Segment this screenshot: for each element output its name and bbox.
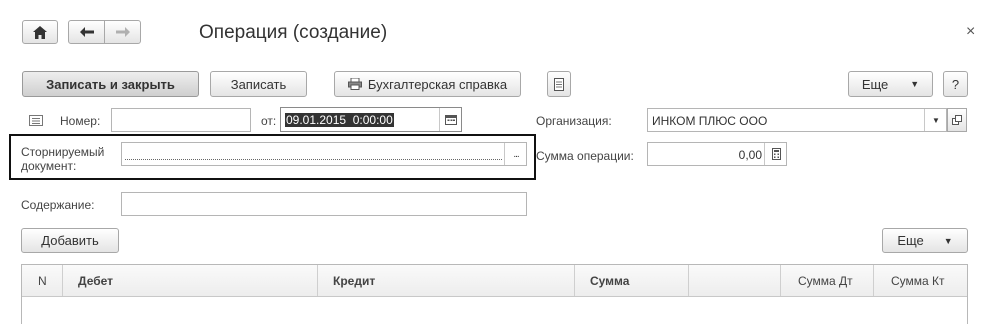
document-icon [554,77,564,91]
printer-icon [347,78,362,90]
column-separator [574,265,575,296]
arrow-right-icon [115,27,130,37]
save-and-close-button[interactable]: Записать и закрыть [22,71,199,97]
save-button[interactable]: Записать [210,71,307,97]
operation-amount-input[interactable]: 0,00 [647,142,787,166]
calculator-icon [771,148,781,160]
back-button[interactable] [68,20,105,44]
list-icon [29,115,43,126]
home-button[interactable] [22,20,58,44]
operation-amount-value: 0,00 [738,148,762,162]
accounting-reference-label: Бухгалтерская справка [367,76,508,92]
column-separator [873,265,874,296]
date-input[interactable]: 09.01.2015 0:00:00 [280,107,462,132]
ellipsis-icon: ... [513,148,519,160]
column-header-credit[interactable]: Кредит [333,265,375,296]
date-value: 09.01.2015 0:00:00 [285,113,394,127]
column-header-amount-debit[interactable]: Сумма Дт [798,265,853,296]
table-more-label: Еще [897,233,924,248]
content-label: Содержание: [21,198,95,212]
more-menu-button[interactable]: Еще ▼ [848,71,933,97]
calendar-button[interactable] [439,108,462,131]
help-button[interactable]: ? [943,71,968,97]
number-label: Номер: [60,114,101,128]
column-header-debit[interactable]: Дебет [78,265,113,296]
table-more-button[interactable]: Еще ▼ [882,228,968,253]
table-header: N Дебет Кредит Сумма Сумма Дт Сумма Кт [22,265,967,297]
home-icon [33,25,47,39]
organization-field[interactable]: ИНКОМ ПЛЮС ООО ▼ [647,108,947,132]
entries-table[interactable]: N Дебет Кредит Сумма Сумма Дт Сумма Кт [21,264,968,324]
operation-amount-label: Сумма операции: [536,149,634,163]
column-header-n[interactable]: N [38,265,47,296]
close-icon[interactable]: × [966,23,975,41]
column-separator [780,265,781,296]
dotted-underline [125,159,502,160]
open-window-icon [952,115,962,125]
accounting-reference-button[interactable]: Бухгалтерская справка [334,71,521,97]
page-title: Операция (создание) [199,22,388,43]
column-header-amount-credit[interactable]: Сумма Кт [891,265,945,296]
organization-open-button[interactable] [947,108,967,132]
chevron-down-icon: ▼ [932,115,940,125]
calculator-button[interactable] [764,143,787,165]
more-menu-label: Еще [861,76,889,92]
content-input[interactable] [121,192,527,216]
forward-button[interactable] [104,20,141,44]
triangle-down-icon: ▼ [910,79,920,89]
triangle-down-icon: ▼ [943,235,953,246]
column-separator [688,265,689,296]
column-separator [317,265,318,296]
column-separator [62,265,63,296]
calendar-icon [445,114,457,125]
arrow-left-icon [79,27,94,37]
add-row-button[interactable]: Добавить [21,228,119,253]
date-from-label: от: [261,114,277,128]
reversed-document-label: Сторнируемый документ: [21,145,105,173]
organization-value: ИНКОМ ПЛЮС ООО [652,114,768,128]
reversed-document-input[interactable]: ... [121,142,527,166]
number-input[interactable] [111,108,251,132]
reversed-document-select-button[interactable]: ... [504,143,527,165]
organization-dropdown-button[interactable]: ▼ [924,109,947,131]
report-button[interactable] [547,71,571,97]
column-header-amount[interactable]: Сумма [590,265,629,296]
organization-label: Организация: [536,114,612,128]
